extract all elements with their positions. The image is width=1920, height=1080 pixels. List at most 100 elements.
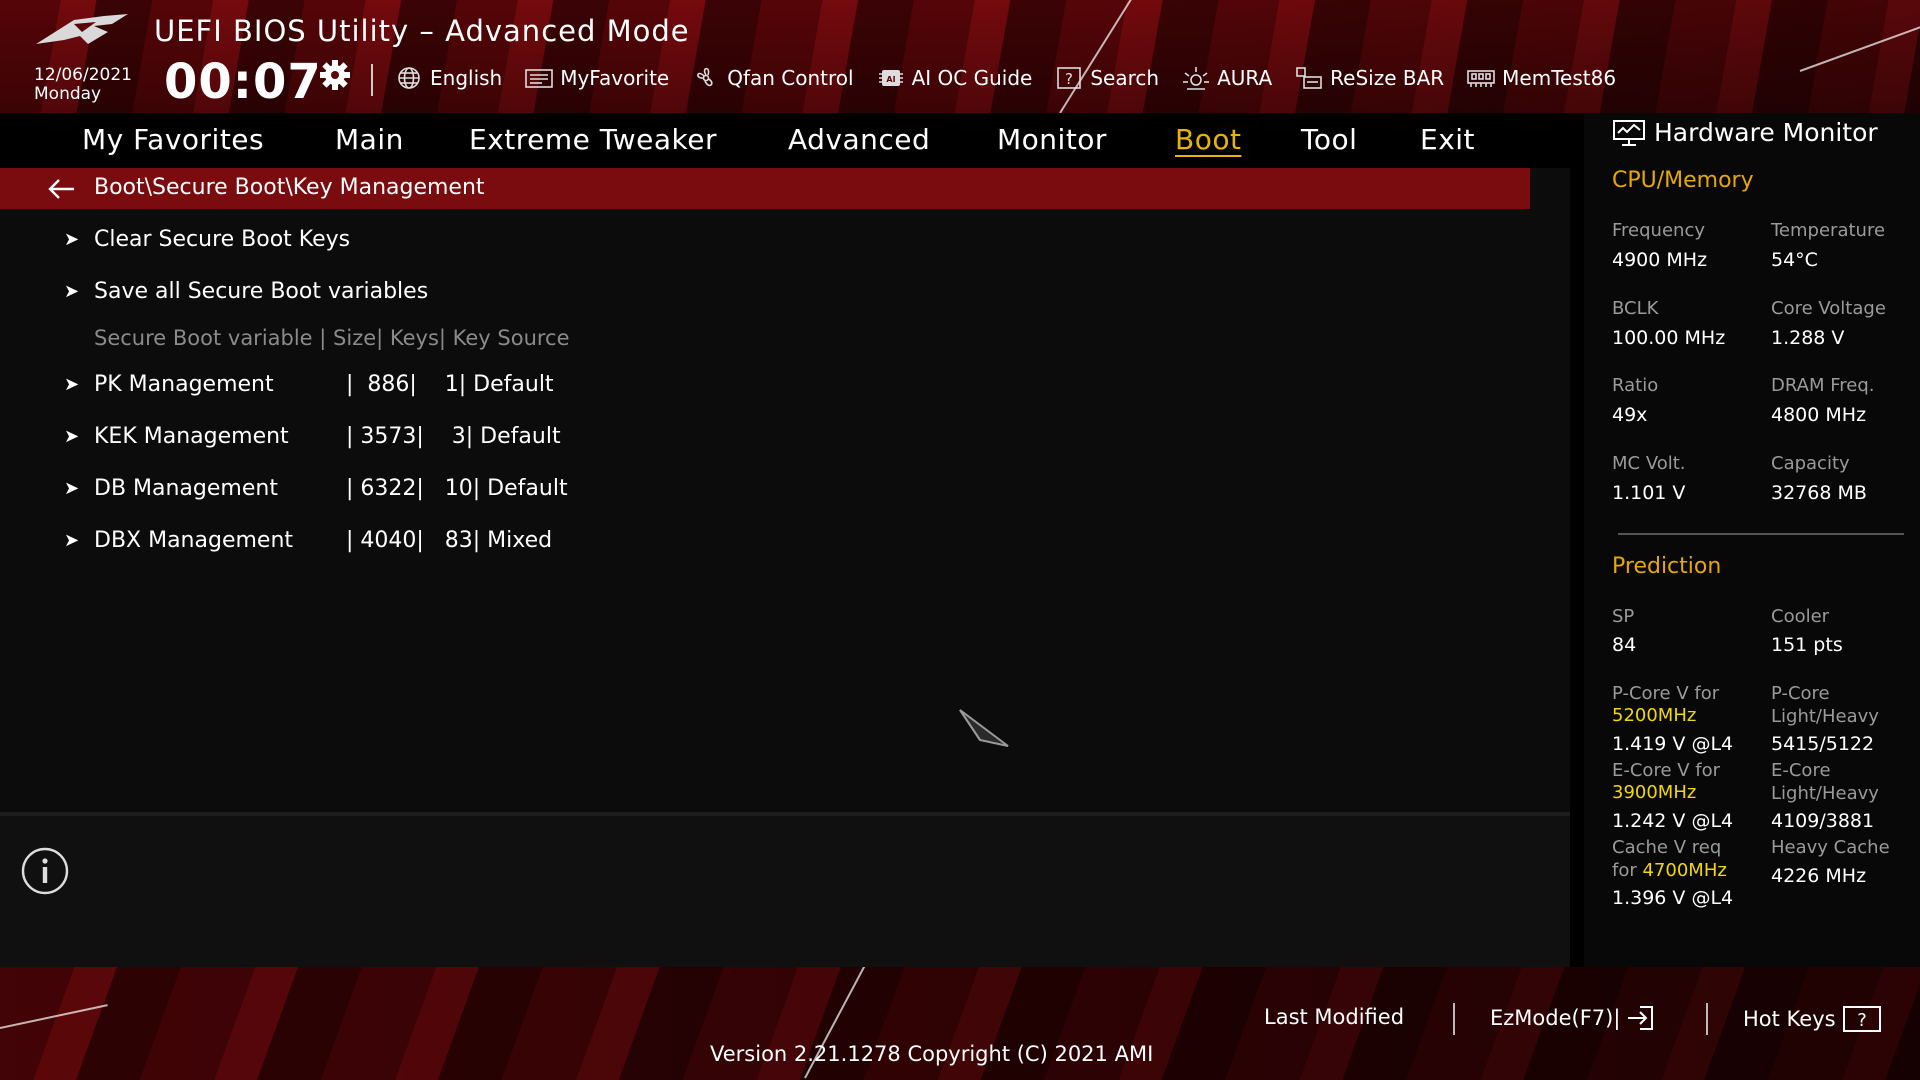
svg-text:AI: AI — [886, 75, 895, 84]
submenu-arrow-icon: ➤ — [64, 530, 80, 551]
ai-oc-guide-label: AI OC Guide — [911, 66, 1033, 90]
tab-boot[interactable]: Boot — [1175, 123, 1241, 156]
submenu-arrow-icon: ➤ — [64, 478, 80, 499]
version-text: Version 2.21.1278 Copyright (C) 2021 AMI — [710, 1042, 1154, 1066]
tab-my-favorites[interactable]: My Favorites — [82, 123, 264, 156]
info-icon — [21, 847, 69, 895]
question-box-icon: ? — [1842, 1006, 1881, 1032]
item-label: DBX Management — [94, 528, 294, 553]
resize-bar-label: ReSize BAR — [1330, 66, 1445, 90]
cooler-value: 151 pts — [1771, 634, 1843, 656]
pcore-lh-label-1: P-Core — [1771, 683, 1830, 704]
breadcrumb: Boot\Secure Boot\Key Management — [0, 168, 1530, 209]
hot-keys-label: Hot Keys — [1743, 1007, 1836, 1031]
sp-label: SP — [1612, 606, 1635, 627]
tab-advanced[interactable]: Advanced — [788, 123, 930, 156]
footer-bar: Last Modified EzMode(F7)| Hot Keys ? Ver… — [0, 967, 1920, 1080]
header-bar: UEFI BIOS Utility – Advanced Mode 12/06/… — [0, 0, 1920, 113]
ratio-value: 49x — [1612, 404, 1648, 426]
ai-chip-icon: AI — [878, 70, 903, 86]
dram-freq-value: 4800 MHz — [1771, 404, 1867, 426]
pcore-v-label: P-Core V for — [1612, 683, 1720, 704]
cache-v-label: Cache V req — [1612, 837, 1722, 858]
search-button[interactable]: ? Search — [1054, 65, 1159, 91]
mc-volt-value: 1.101 V — [1612, 482, 1686, 504]
day-text: Monday — [34, 84, 102, 104]
hardware-monitor-title: Hardware Monitor — [1612, 118, 1878, 147]
db-management-item[interactable]: ➤ DB Management | 6322| 10| Default — [0, 472, 1530, 508]
submenu-arrow-icon: ➤ — [64, 229, 80, 250]
hot-keys-button[interactable]: Hot Keys ? — [1743, 1005, 1882, 1033]
sp-value: 84 — [1612, 634, 1637, 656]
svg-text:?: ? — [1857, 1010, 1867, 1031]
cooler-label: Cooler — [1771, 606, 1830, 627]
exit-arrow-icon — [1628, 1006, 1654, 1030]
kek-management-item[interactable]: ➤ KEK Management | 3573| 3| Default — [0, 420, 1530, 456]
aura-icon — [1183, 67, 1210, 90]
gear-icon[interactable] — [318, 58, 352, 92]
qfan-control-label: Qfan Control — [727, 66, 854, 90]
ezmode-button[interactable]: EzMode(F7)| — [1490, 1005, 1656, 1031]
search-label: Search — [1090, 66, 1160, 90]
item-label: KEK Management — [94, 424, 289, 449]
item-key-info: | 4040| 83| Mixed — [346, 528, 553, 553]
aura-label: AURA — [1217, 66, 1273, 90]
key-table-header: Secure Boot variable | Size| Keys| Key S… — [94, 326, 570, 350]
capacity-value: 32768 MB — [1771, 482, 1867, 504]
header-divider — [371, 64, 373, 96]
submenu-arrow-icon: ➤ — [64, 426, 80, 447]
language-button[interactable]: English — [394, 65, 502, 91]
ai-oc-guide-button[interactable]: AI AI OC Guide — [876, 65, 1033, 91]
ecore-v-label: E-Core V for — [1612, 760, 1721, 781]
hardware-monitor-title-text: Hardware Monitor — [1654, 118, 1878, 147]
resize-bar-button[interactable]: ReSize BAR — [1294, 65, 1444, 91]
frequency-label: Frequency — [1612, 220, 1705, 241]
app-title: UEFI BIOS Utility – Advanced Mode — [154, 14, 690, 48]
tab-exit[interactable]: Exit — [1420, 123, 1475, 156]
memtest86-label: MemTest86 — [1502, 66, 1617, 90]
item-key-info: | 3573| 3| Default — [346, 424, 561, 449]
ecore-v-freq: 3900MHz — [1612, 782, 1697, 803]
dbx-management-item[interactable]: ➤ DBX Management | 4040| 83| Mixed — [0, 524, 1530, 560]
cache-v-value: 1.396 V @L4 — [1612, 887, 1734, 909]
last-modified-label: Last Modified — [1264, 1005, 1405, 1029]
capacity-label: Capacity — [1771, 453, 1850, 474]
clock: 00:07 — [164, 54, 322, 110]
save-secure-boot-variables-item[interactable]: ➤ Save all Secure Boot variables — [0, 275, 1530, 311]
mc-volt-label: MC Volt. — [1612, 453, 1686, 474]
toolbar: English MyFavorite Qfan Control AI AI OC… — [394, 62, 1616, 94]
ratio-label: Ratio — [1612, 375, 1659, 396]
memtest86-button[interactable]: MemTest86 — [1466, 65, 1616, 91]
cache-v-for-label: for — [1612, 860, 1637, 881]
bclk-label: BCLK — [1612, 298, 1659, 319]
item-label: DB Management — [94, 476, 278, 501]
main-menu: My Favorites Main Extreme Tweaker Advanc… — [0, 113, 1570, 168]
tab-main[interactable]: Main — [335, 123, 404, 156]
myfavorite-button[interactable]: MyFavorite — [524, 65, 669, 91]
back-arrow-icon[interactable] — [46, 176, 78, 202]
breadcrumb-path: Boot\Secure Boot\Key Management — [94, 175, 485, 200]
item-label: PK Management — [94, 372, 274, 397]
hardware-monitor-divider — [1618, 533, 1904, 535]
heavy-cache-label: Heavy Cache — [1771, 837, 1890, 858]
qfan-control-button[interactable]: Qfan Control — [691, 65, 854, 91]
question-box-icon: ? — [1057, 67, 1082, 89]
footer-divider — [1706, 1003, 1708, 1035]
help-panel — [0, 812, 1570, 967]
decor-streak — [1059, 0, 1141, 113]
tab-extreme-tweaker[interactable]: Extreme Tweaker — [469, 123, 717, 156]
item-key-info: | 886| 1| Default — [346, 372, 554, 397]
pcore-v-freq: 5200MHz — [1612, 705, 1697, 726]
hardware-monitor-panel: Hardware Monitor CPU/Memory Frequency 49… — [1570, 113, 1920, 967]
last-modified-button[interactable]: Last Modified — [1264, 1005, 1404, 1029]
ecore-lh-value: 4109/3881 — [1771, 810, 1875, 832]
tab-monitor[interactable]: Monitor — [997, 123, 1107, 156]
aura-button[interactable]: AURA — [1181, 65, 1272, 91]
pk-management-item[interactable]: ➤ PK Management | 886| 1| Default — [0, 368, 1530, 404]
ezmode-label: EzMode(F7)| — [1490, 1006, 1621, 1030]
rog-logo-icon — [36, 14, 128, 44]
temperature-value: 54°C — [1771, 249, 1818, 271]
clear-secure-boot-keys-item[interactable]: ➤ Clear Secure Boot Keys — [0, 223, 1530, 259]
monitor-icon — [1613, 119, 1645, 146]
tab-tool[interactable]: Tool — [1301, 123, 1357, 156]
